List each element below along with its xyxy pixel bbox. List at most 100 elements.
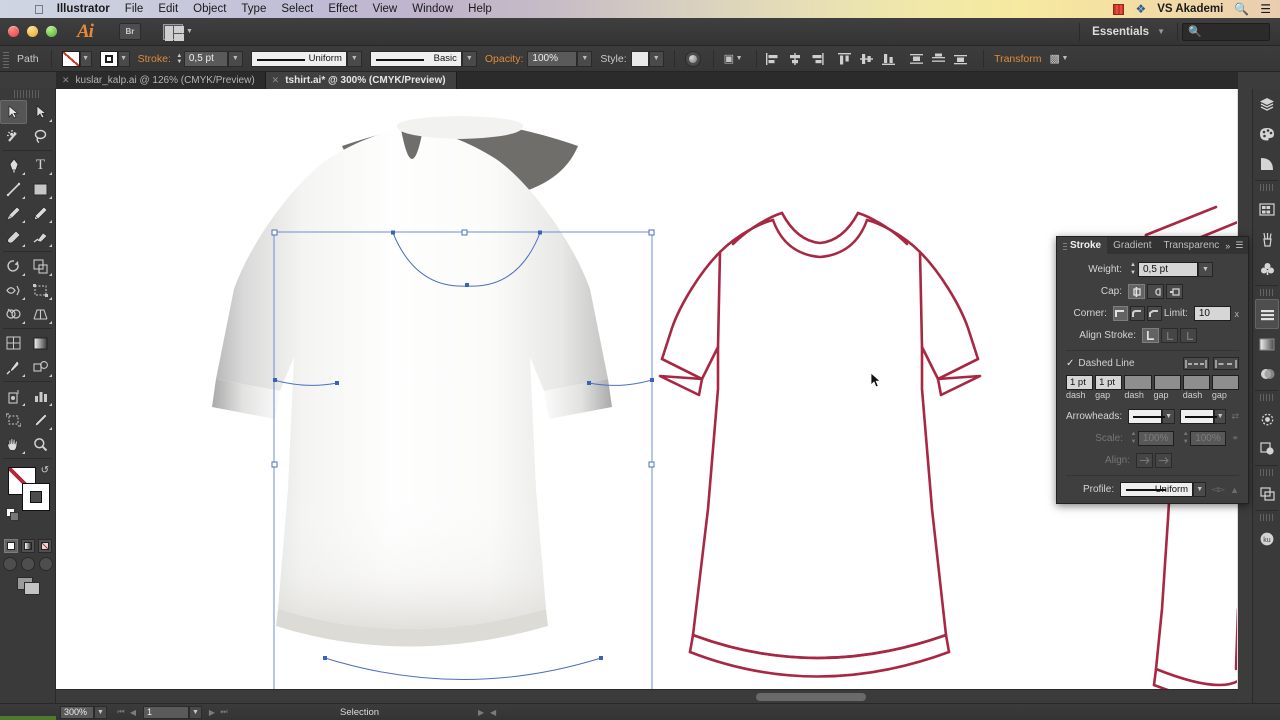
dock-icon-gradient[interactable]: [1253, 329, 1280, 359]
tool-magic-wand[interactable]: [0, 124, 27, 148]
menu-item-view[interactable]: View: [373, 3, 398, 15]
first-artboard-icon[interactable]: ⏮: [115, 707, 127, 717]
profile-dropdown-icon[interactable]: ▼: [1193, 482, 1206, 497]
butt-cap-button[interactable]: [1128, 284, 1145, 299]
tab-transparency[interactable]: Transparenc: [1157, 237, 1225, 254]
menu-item-help[interactable]: Help: [468, 3, 492, 15]
align-center-horizontal-icon[interactable]: [787, 52, 803, 66]
arrowhead-start-select[interactable]: [1128, 409, 1162, 424]
dock-group-grip[interactable]: [1260, 514, 1273, 521]
round-cap-button[interactable]: [1147, 284, 1164, 299]
dock-icon-align[interactable]: [1255, 299, 1279, 329]
stroke-profile-select[interactable]: Uniform: [251, 51, 347, 67]
recolor-artwork-button[interactable]: [685, 51, 701, 67]
tool-pen[interactable]: [0, 153, 27, 177]
menu-item-type[interactable]: Type: [241, 3, 266, 15]
apple-icon[interactable]: : [34, 3, 44, 16]
zoom-level-input[interactable]: 300%: [60, 706, 94, 719]
dock-icon-transparency[interactable]: [1253, 359, 1280, 389]
distribute-center-icon[interactable]: [931, 52, 947, 66]
tool-free-transform[interactable]: [27, 278, 54, 302]
tool-artboard[interactable]: [0, 408, 27, 432]
expand-panel-icon[interactable]: »: [1225, 241, 1230, 251]
change-screen-mode-button[interactable]: [17, 577, 39, 593]
weight-input[interactable]: 0,5 pt: [1138, 262, 1198, 277]
chevron-down-icon[interactable]: ▼: [1157, 27, 1165, 36]
menu-item-edit[interactable]: Edit: [158, 3, 178, 15]
bevel-join-button[interactable]: [1147, 306, 1162, 321]
tab-stroke[interactable]: Stroke: [1057, 237, 1107, 254]
dock-group-grip[interactable]: [1260, 469, 1273, 476]
menu-item-file[interactable]: File: [125, 3, 144, 15]
projecting-cap-button[interactable]: [1166, 284, 1183, 299]
tool-direct-selection[interactable]: [27, 100, 54, 124]
dock-icon-swatches[interactable]: [1253, 194, 1280, 224]
panel-menu-icon[interactable]: ☰: [1235, 240, 1243, 251]
draw-inside-button[interactable]: [39, 557, 53, 571]
tools-panel-grip[interactable]: [14, 90, 41, 98]
tool-blob-brush[interactable]: [0, 225, 27, 249]
close-icon[interactable]: ✕: [62, 75, 70, 86]
profile-select[interactable]: Uniform: [1120, 482, 1193, 497]
limit-input[interactable]: 10: [1194, 306, 1231, 321]
artboard-number-input[interactable]: 1: [143, 706, 189, 719]
menu-item-illustrator[interactable]: Illustrator: [57, 3, 110, 15]
style-dropdown-icon[interactable]: ▼: [649, 51, 664, 67]
list-icon[interactable]: ☰: [1260, 2, 1271, 16]
fill-dropdown-icon[interactable]: ▼: [80, 51, 92, 67]
transform-icon[interactable]: ▩: [1050, 52, 1060, 65]
align-outside-button[interactable]: [1180, 328, 1197, 343]
stroke-profile-dropdown-icon[interactable]: ▼: [347, 51, 362, 67]
tool-column-graph[interactable]: [27, 384, 54, 408]
panel-grip[interactable]: [1063, 241, 1067, 250]
graphic-style-swatch[interactable]: [631, 51, 649, 67]
miter-join-button[interactable]: [1113, 306, 1128, 321]
tab-gradient[interactable]: Gradient: [1107, 237, 1157, 254]
minimize-button[interactable]: [27, 26, 38, 37]
tool-eyedropper[interactable]: [0, 355, 27, 379]
dropbox-icon[interactable]: ❖: [1135, 2, 1146, 16]
weight-dropdown-icon[interactable]: ▼: [1198, 262, 1213, 277]
maximize-button[interactable]: [46, 26, 57, 37]
tool-rectangle[interactable]: [27, 177, 54, 201]
draw-behind-button[interactable]: [21, 557, 35, 571]
brush-definition-select[interactable]: Basic: [370, 51, 462, 67]
align-top-icon[interactable]: [837, 52, 853, 66]
dock-group-grip[interactable]: [1260, 394, 1273, 401]
previous-artboard-icon[interactable]: ◀: [127, 708, 139, 717]
dock-icon-appearance[interactable]: [1253, 404, 1280, 434]
align-bottom-icon[interactable]: [881, 52, 897, 66]
opacity-label[interactable]: Opacity:: [485, 53, 524, 65]
dock-icon-artboards[interactable]: [1253, 479, 1280, 509]
next-artboard-icon[interactable]: ▶: [206, 708, 218, 717]
dock-icon-graphic-styles[interactable]: [1253, 434, 1280, 464]
align-center-button[interactable]: [1142, 328, 1159, 343]
dash-input-1[interactable]: 1 pt: [1066, 375, 1093, 390]
tool-paintbrush[interactable]: [0, 201, 27, 225]
tool-line-segment[interactable]: [0, 177, 27, 201]
gap-input-1[interactable]: 1 pt: [1095, 375, 1122, 390]
go-to-bridge-button[interactable]: Br: [119, 23, 141, 40]
stroke-color-swatch[interactable]: [100, 51, 118, 67]
dashed-line-checkbox[interactable]: ✓: [1066, 358, 1074, 369]
stroke-color-box[interactable]: [22, 483, 50, 511]
dock-group-grip[interactable]: [1260, 184, 1273, 191]
dock-icon-color[interactable]: [1253, 119, 1280, 149]
status-menu-icon[interactable]: ▶: [475, 708, 487, 717]
search-icon[interactable]: 🔍: [1234, 2, 1249, 16]
preserve-exact-dash-button[interactable]: [1183, 357, 1209, 370]
close-button[interactable]: [8, 26, 19, 37]
dash-input-3[interactable]: [1183, 375, 1210, 390]
menu-item-object[interactable]: Object: [193, 3, 226, 15]
dock-icon-symbols[interactable]: [1253, 254, 1280, 284]
record-icon[interactable]: [1113, 4, 1124, 15]
help-search-input[interactable]: 🔍: [1182, 23, 1270, 41]
dock-group-grip[interactable]: [1260, 289, 1273, 296]
stroke-weight-stepper[interactable]: ▲▼: [175, 51, 184, 67]
align-right-icon[interactable]: [809, 52, 825, 66]
menu-item-effect[interactable]: Effect: [328, 3, 357, 15]
chevron-down-icon[interactable]: ▼: [1060, 51, 1070, 67]
stroke-weight-dropdown-icon[interactable]: ▼: [228, 51, 243, 67]
align-center-vertical-icon[interactable]: [859, 52, 875, 66]
zoom-dropdown-icon[interactable]: ▼: [94, 706, 107, 719]
